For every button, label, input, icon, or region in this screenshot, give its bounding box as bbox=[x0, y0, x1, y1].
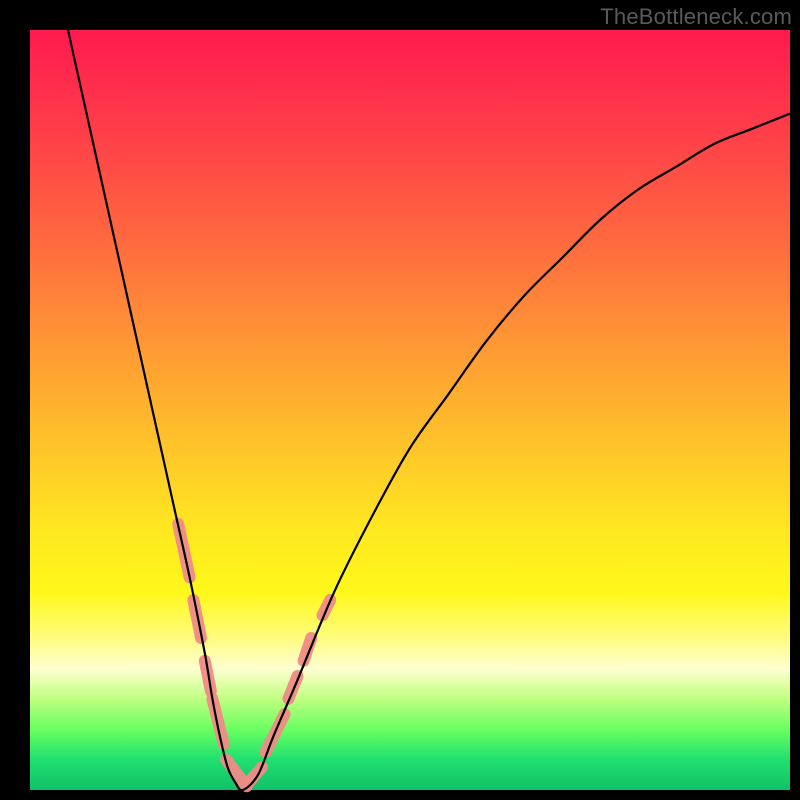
chart-svg bbox=[0, 0, 800, 800]
marker-segment bbox=[288, 676, 297, 699]
watermark-label: TheBottleneck.com bbox=[600, 4, 792, 30]
main-curve bbox=[68, 30, 790, 790]
curve-path bbox=[68, 30, 790, 790]
chart-frame: TheBottleneck.com bbox=[0, 0, 800, 800]
